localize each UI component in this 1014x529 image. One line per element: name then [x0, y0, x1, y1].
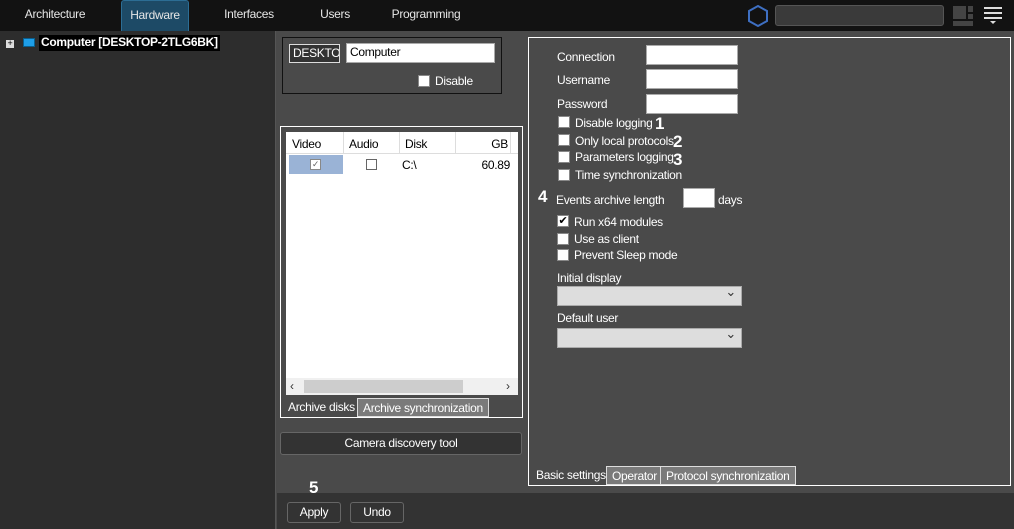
tab-programming[interactable]: Programming: [388, 0, 464, 31]
expand-icon[interactable]: +: [6, 39, 14, 48]
tree-item-computer[interactable]: Computer [DESKTOP-2TLG6BK]: [39, 35, 220, 51]
camera-discovery-tool-button[interactable]: Camera discovery tool: [280, 432, 522, 455]
scrollbar-thumb[interactable]: [304, 380, 463, 393]
initial-display-label: Initial display: [557, 271, 622, 285]
initial-display-select[interactable]: [557, 284, 742, 306]
tab-archive-synchronization[interactable]: Archive synchronization: [357, 398, 489, 417]
default-user-select[interactable]: [557, 326, 742, 348]
tab-users[interactable]: Users: [310, 0, 360, 31]
events-archive-length-field[interactable]: [683, 188, 715, 208]
header-gb[interactable]: GB: [455, 132, 511, 154]
tab-archive-disks[interactable]: Archive disks: [284, 398, 359, 417]
marker-2: 2: [673, 132, 683, 151]
marker-1: 1: [655, 114, 665, 133]
computer-header-box: DESKTOP Computer Disable: [282, 37, 502, 94]
top-nav-bar: Architecture Hardware Interfaces Users P…: [0, 0, 1014, 31]
tab-interfaces[interactable]: Interfaces: [214, 0, 284, 31]
undo-button[interactable]: Undo: [350, 502, 404, 523]
tab-architecture[interactable]: Architecture: [14, 0, 96, 31]
only-local-protocols-label: Only local protocols: [575, 134, 674, 148]
layout-grid-icon[interactable]: [953, 6, 973, 26]
events-archive-length-label: Events archive length: [556, 193, 665, 207]
header-video[interactable]: Video: [292, 137, 321, 151]
tab-basic-settings[interactable]: Basic settings: [532, 466, 610, 485]
run-x64-modules-checkbox[interactable]: ✔: [557, 215, 569, 227]
username-label: Username: [557, 73, 610, 87]
hardware-tree-panel: + Computer [DESKTOP-2TLG6BK]: [0, 31, 276, 529]
only-local-protocols-checkbox[interactable]: [558, 134, 570, 146]
menu-icon[interactable]: [984, 7, 1002, 25]
gb-cell: 60.89: [481, 158, 510, 172]
disable-logging-label: Disable logging: [575, 116, 653, 130]
prevent-sleep-mode-label: Prevent Sleep mode: [574, 248, 678, 262]
computer-icon: [23, 38, 35, 47]
use-as-client-label: Use as client: [574, 232, 639, 246]
video-checkbox[interactable]: ✓: [310, 159, 321, 170]
prevent-sleep-mode-checkbox[interactable]: [557, 249, 569, 261]
use-as-client-checkbox[interactable]: [557, 233, 569, 245]
archive-disks-panel: Video Audio Disk GB ✓ C:\ 60.89 ‹ › Arch…: [280, 126, 523, 418]
days-label: days: [718, 193, 743, 207]
password-label: Password: [557, 97, 608, 111]
marker-4: 4: [538, 187, 548, 206]
tab-protocol-synchronization[interactable]: Protocol synchronization: [660, 466, 796, 485]
disks-table: Video Audio Disk GB ✓ C:\ 60.89 ‹ ›: [286, 132, 518, 395]
tab-operator[interactable]: Operator: [606, 466, 663, 485]
apply-button[interactable]: Apply: [287, 502, 341, 523]
table-row[interactable]: ✓ C:\ 60.89: [286, 155, 518, 174]
disable-label: Disable: [435, 74, 473, 88]
password-field[interactable]: [646, 94, 738, 114]
default-user-label: Default user: [557, 311, 619, 325]
bottom-bar: Apply Undo: [277, 493, 1014, 529]
audio-checkbox[interactable]: [366, 159, 377, 170]
time-synchronization-checkbox[interactable]: [558, 169, 570, 181]
tab-hardware[interactable]: Hardware: [121, 0, 189, 31]
scroll-right-icon[interactable]: ›: [506, 379, 510, 393]
computer-id-field[interactable]: DESKTOP: [289, 44, 340, 63]
header-audio[interactable]: Audio: [343, 132, 383, 154]
username-field[interactable]: [646, 69, 738, 89]
logo-hexagon-icon: [748, 5, 768, 27]
horizontal-scrollbar[interactable]: ‹ ›: [286, 378, 518, 395]
marker-3: 3: [673, 150, 683, 169]
parameters-logging-label: Parameters logging: [575, 150, 674, 164]
disable-logging-checkbox[interactable]: [558, 116, 570, 128]
connection-label: Connection: [557, 50, 615, 64]
table-header: Video Audio Disk GB: [286, 132, 518, 154]
time-synchronization-label: Time synchronization: [575, 168, 682, 182]
computer-name-field[interactable]: Computer: [346, 43, 495, 63]
connection-field[interactable]: [646, 45, 738, 65]
disk-cell: C:\: [402, 158, 417, 172]
parameters-logging-checkbox[interactable]: [558, 151, 570, 163]
search-input[interactable]: [775, 5, 944, 26]
header-disk[interactable]: Disk: [399, 132, 432, 154]
run-x64-modules-label: Run x64 modules: [574, 215, 663, 229]
settings-panel: Connection Username Password Disable log…: [528, 37, 1011, 486]
disable-checkbox[interactable]: [418, 75, 430, 87]
scroll-left-icon[interactable]: ‹: [290, 379, 294, 393]
